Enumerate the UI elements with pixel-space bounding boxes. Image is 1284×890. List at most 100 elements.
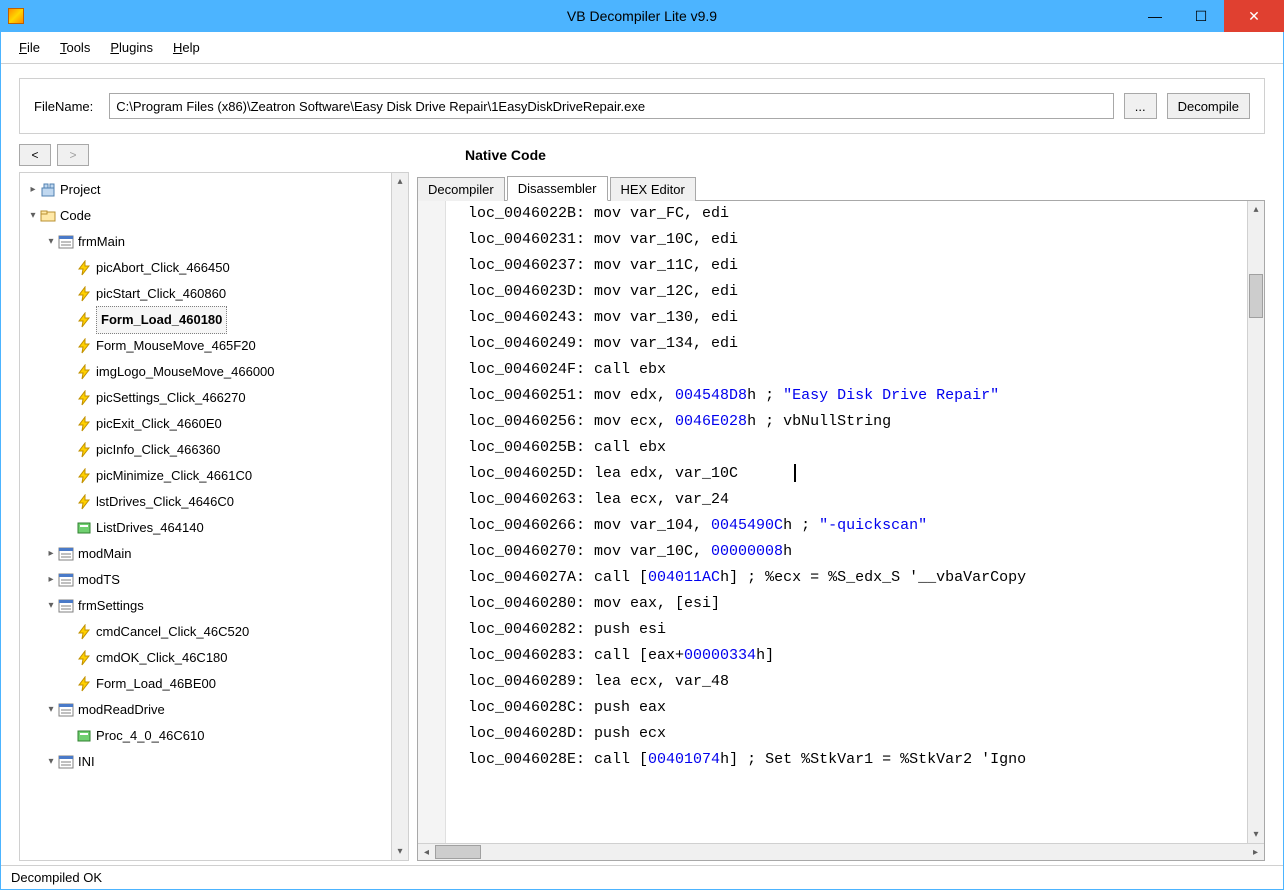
tree-item-form_load_460180[interactable]: ▸Form_Load_460180 [22, 307, 389, 333]
tree-item-cmdok_click_46c180[interactable]: ▸cmdOK_Click_46C180 [22, 645, 389, 671]
tree-item-form_load_46be00[interactable]: ▸Form_Load_46BE00 [22, 671, 389, 697]
tree-item-lstdrives_click_4646c0[interactable]: ▸lstDrives_Click_4646C0 [22, 489, 389, 515]
event-icon [76, 650, 92, 666]
event-icon [76, 676, 92, 692]
tree-item-label: picStart_Click_460860 [96, 281, 226, 307]
code-gutter [418, 201, 446, 843]
event-icon [76, 442, 92, 458]
browse-button[interactable]: ... [1124, 93, 1157, 119]
code-line: loc_00460270: mov var_10C, 00000008h [450, 539, 1243, 565]
event-icon [76, 416, 92, 432]
menu-help[interactable]: Help [165, 38, 208, 57]
tree-item-label: imgLogo_MouseMove_466000 [96, 359, 275, 385]
close-button[interactable]: ✕ [1224, 0, 1284, 32]
tree-item-picexit_click_4660e0[interactable]: ▸picExit_Click_4660E0 [22, 411, 389, 437]
menu-plugins[interactable]: Plugins [102, 38, 161, 57]
tree-item-label: frmMain [78, 229, 125, 255]
code-line: loc_00460263: lea ecx, var_24 [450, 487, 1243, 513]
tree-modts[interactable]: ▸modTS [22, 567, 389, 593]
module-icon [76, 728, 92, 744]
code-line: loc_0046023D: mov var_12C, edi [450, 279, 1243, 305]
tree-item-listdrives_464140[interactable]: ▸ListDrives_464140 [22, 515, 389, 541]
nav-back-button[interactable]: < [19, 144, 51, 166]
tree-modmain[interactable]: ▸modMain [22, 541, 389, 567]
tree-project[interactable]: ▸Project [22, 177, 389, 203]
code-line: loc_0046028D: push ecx [450, 721, 1243, 747]
code-panel: loc_0046022B: mov var_FC, edi loc_004602… [417, 200, 1265, 861]
tree-item-picsettings_click_466270[interactable]: ▸picSettings_Click_466270 [22, 385, 389, 411]
maximize-button[interactable]: ☐ [1178, 0, 1224, 32]
tab-disassembler[interactable]: Disassembler [507, 176, 608, 201]
tab-hex-editor[interactable]: HEX Editor [610, 177, 696, 201]
tree-view[interactable]: ▸Project▾Code▾frmMain▸picAbort_Click_466… [19, 172, 409, 861]
code-line: loc_00460283: call [eax+00000334h] [450, 643, 1243, 669]
vscroll-thumb[interactable] [1249, 274, 1263, 318]
menu-tools[interactable]: Tools [52, 38, 98, 57]
tree-ini[interactable]: ▾INI [22, 749, 389, 775]
tree-item-form_mousemove_465f20[interactable]: ▸Form_MouseMove_465F20 [22, 333, 389, 359]
event-icon [76, 468, 92, 484]
tree-item-picstart_click_460860[interactable]: ▸picStart_Click_460860 [22, 281, 389, 307]
nav-forward-button[interactable]: > [57, 144, 89, 166]
tree-item-label: lstDrives_Click_4646C0 [96, 489, 234, 515]
code-vscrollbar[interactable]: ▴ ▾ [1247, 201, 1264, 843]
code-line: loc_00460251: mov edx, 004548D8h ; "Easy… [450, 383, 1243, 409]
scroll-down-icon[interactable]: ▾ [392, 843, 408, 860]
event-icon [76, 338, 92, 354]
code-line: loc_0046022B: mov var_FC, edi [450, 201, 1243, 227]
tree-scrollbar[interactable]: ▴ ▾ [391, 173, 408, 860]
code-hscrollbar[interactable]: ◂ ▸ [418, 843, 1264, 860]
tree-item-label: picInfo_Click_466360 [96, 437, 220, 463]
event-icon [76, 494, 92, 510]
tree-item-label: cmdCancel_Click_46C520 [96, 619, 249, 645]
tab-decompiler[interactable]: Decompiler [417, 177, 505, 201]
window-title: VB Decompiler Lite v9.9 [567, 8, 717, 24]
tree-item-imglogo_mousemove_466000[interactable]: ▸imgLogo_MouseMove_466000 [22, 359, 389, 385]
file-panel: FileName: ... Decompile [19, 78, 1265, 134]
scroll-up-icon[interactable]: ▴ [392, 173, 408, 190]
menu-file[interactable]: File [11, 38, 48, 57]
tree-item-label: modTS [78, 567, 120, 593]
tree-item-label: Proc_4_0_46C610 [96, 723, 204, 749]
code-line: loc_00460243: mov var_130, edi [450, 305, 1243, 331]
tree-item-picabort_click_466450[interactable]: ▸picAbort_Click_466450 [22, 255, 389, 281]
native-code-label: Native Code [465, 147, 546, 163]
tree-item-label: cmdOK_Click_46C180 [96, 645, 228, 671]
folder-icon [40, 208, 56, 224]
tree-item-label: modMain [78, 541, 131, 567]
tree-item-label: modReadDrive [78, 697, 165, 723]
code-line: loc_00460249: mov var_134, edi [450, 331, 1243, 357]
event-icon [76, 624, 92, 640]
code-line: loc_00460282: push esi [450, 617, 1243, 643]
code-line: loc_00460237: mov var_11C, edi [450, 253, 1243, 279]
tree-modreaddrive[interactable]: ▾modReadDrive [22, 697, 389, 723]
module-icon [76, 520, 92, 536]
tree-item-picinfo_click_466360[interactable]: ▸picInfo_Click_466360 [22, 437, 389, 463]
filename-input[interactable] [109, 93, 1113, 119]
app-icon [8, 8, 24, 24]
scroll-down-icon[interactable]: ▾ [1248, 826, 1264, 843]
decompile-button[interactable]: Decompile [1167, 93, 1250, 119]
tree-item-proc_4_0_46c610[interactable]: ▸Proc_4_0_46C610 [22, 723, 389, 749]
scroll-up-icon[interactable]: ▴ [1248, 201, 1264, 218]
tree-item-picminimize_click_4661c0[interactable]: ▸picMinimize_Click_4661C0 [22, 463, 389, 489]
tree-frmsettings[interactable]: ▾frmSettings [22, 593, 389, 619]
code-line: loc_00460280: mov eax, [esi] [450, 591, 1243, 617]
tree-code[interactable]: ▾Code [22, 203, 389, 229]
tree-item-label: Form_MouseMove_465F20 [96, 333, 256, 359]
hscroll-thumb[interactable] [435, 845, 481, 859]
tree-frmmain[interactable]: ▾frmMain [22, 229, 389, 255]
scroll-left-icon[interactable]: ◂ [418, 844, 435, 860]
code-text[interactable]: loc_0046022B: mov var_FC, edi loc_004602… [446, 201, 1247, 843]
event-icon [76, 390, 92, 406]
tree-item-label: Form_Load_460180 [96, 306, 227, 334]
form-icon [58, 702, 74, 718]
window-controls: — ☐ ✕ [1132, 0, 1284, 32]
tree-item-cmdcancel_click_46c520[interactable]: ▸cmdCancel_Click_46C520 [22, 619, 389, 645]
tree-item-label: frmSettings [78, 593, 144, 619]
tree-item-label: ListDrives_464140 [96, 515, 204, 541]
menu-bar: File Tools Plugins Help [1, 32, 1283, 64]
minimize-button[interactable]: — [1132, 0, 1178, 32]
event-icon [76, 286, 92, 302]
scroll-right-icon[interactable]: ▸ [1247, 844, 1264, 860]
